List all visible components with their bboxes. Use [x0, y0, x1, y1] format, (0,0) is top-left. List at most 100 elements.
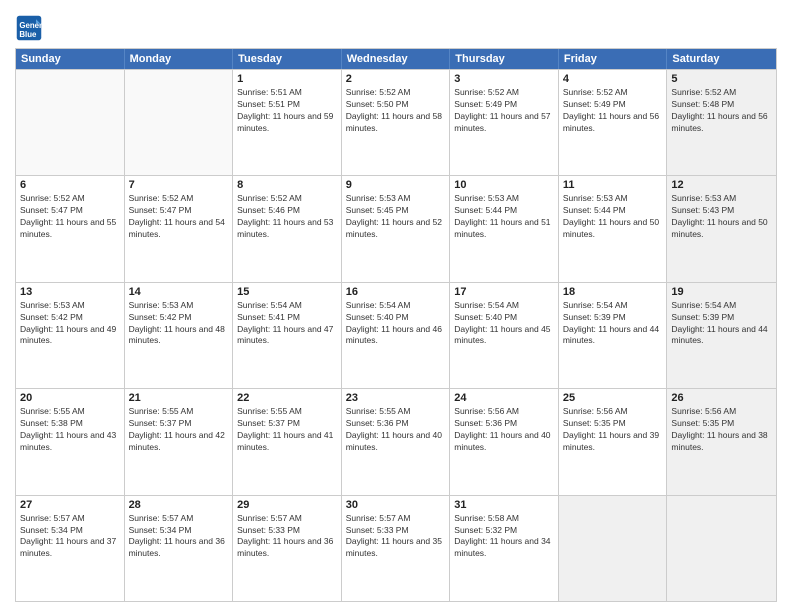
page: General Blue SundayMondayTuesdayWednesda… — [0, 0, 792, 612]
header-day-sunday: Sunday — [16, 49, 125, 69]
calendar-cell: 27Sunrise: 5:57 AMSunset: 5:34 PMDayligh… — [16, 496, 125, 601]
calendar-cell: 20 Sunrise: 5:55 AMSunset: 5:38 PMDayligh… — [16, 389, 125, 494]
calendar-cell: 8 Sunrise: 5:52 AMSunset: 5:46 PMDaylight… — [233, 176, 342, 281]
day-number: 29 — [237, 499, 337, 511]
logo: General Blue — [15, 14, 47, 42]
calendar-cell: 15Sunrise: 5:54 AMSunset: 5:41 PMDayligh… — [233, 283, 342, 388]
day-info: Sunrise: 5:54 AMSunset: 5:39 PMDaylight:… — [671, 300, 772, 348]
calendar: SundayMondayTuesdayWednesdayThursdayFrid… — [15, 48, 777, 602]
calendar-cell: 18 Sunrise: 5:54 AMSunset: 5:39 PMDayligh… — [559, 283, 668, 388]
calendar-cell: 13 Sunrise: 5:53 AMSunset: 5:42 PMDayligh… — [16, 283, 125, 388]
day-number: 19 — [671, 286, 772, 298]
day-number: 4 — [563, 73, 663, 85]
calendar-row-1: 1Sunrise: 5:51 AMSunset: 5:51 PMDaylight… — [16, 69, 776, 175]
svg-text:General: General — [19, 21, 43, 30]
calendar-cell: 1Sunrise: 5:51 AMSunset: 5:51 PMDaylight… — [233, 70, 342, 175]
calendar-cell: 28 Sunrise: 5:57 AMSunset: 5:34 PMDayligh… — [125, 496, 234, 601]
header-day-thursday: Thursday — [450, 49, 559, 69]
day-number: 5 — [671, 73, 772, 85]
calendar-cell — [667, 496, 776, 601]
calendar-row-2: 6Sunrise: 5:52 AMSunset: 5:47 PMDaylight… — [16, 175, 776, 281]
calendar-cell: 9 Sunrise: 5:53 AMSunset: 5:45 PMDaylight… — [342, 176, 451, 281]
day-number: 1 — [237, 73, 337, 85]
day-number: 10 — [454, 179, 554, 191]
day-number: 22 — [237, 392, 337, 404]
day-number: 16 — [346, 286, 446, 298]
header-day-tuesday: Tuesday — [233, 49, 342, 69]
calendar-cell: 19 Sunrise: 5:54 AMSunset: 5:39 PMDayligh… — [667, 283, 776, 388]
day-info: Sunrise: 5:55 AMSunset: 5:36 PMDaylight:… — [346, 406, 446, 454]
calendar-cell — [16, 70, 125, 175]
day-info: Sunrise: 5:57 AMSunset: 5:33 PMDaylight:… — [237, 513, 337, 561]
day-info: Sunrise: 5:57 AMSunset: 5:34 PMDaylight:… — [20, 513, 120, 561]
calendar-cell: 17Sunrise: 5:54 AMSunset: 5:40 PMDayligh… — [450, 283, 559, 388]
calendar-row-5: 27Sunrise: 5:57 AMSunset: 5:34 PMDayligh… — [16, 495, 776, 601]
day-number: 24 — [454, 392, 554, 404]
day-number: 8 — [237, 179, 337, 191]
day-info: Sunrise: 5:53 AMSunset: 5:45 PMDaylight:… — [346, 193, 446, 241]
day-info: Sunrise: 5:52 AMSunset: 5:48 PMDaylight:… — [671, 87, 772, 135]
day-number: 3 — [454, 73, 554, 85]
calendar-header: SundayMondayTuesdayWednesdayThursdayFrid… — [16, 49, 776, 69]
calendar-cell: 10 Sunrise: 5:53 AMSunset: 5:44 PMDayligh… — [450, 176, 559, 281]
day-info: Sunrise: 5:53 AMSunset: 5:42 PMDaylight:… — [20, 300, 120, 348]
logo-icon: General Blue — [15, 14, 43, 42]
day-info: Sunrise: 5:52 AMSunset: 5:47 PMDaylight:… — [20, 193, 120, 241]
calendar-cell: 25 Sunrise: 5:56 AMSunset: 5:35 PMDayligh… — [559, 389, 668, 494]
day-number: 7 — [129, 179, 229, 191]
day-info: Sunrise: 5:53 AMSunset: 5:42 PMDaylight:… — [129, 300, 229, 348]
header-day-monday: Monday — [125, 49, 234, 69]
day-info: Sunrise: 5:52 AMSunset: 5:46 PMDaylight:… — [237, 193, 337, 241]
day-info: Sunrise: 5:53 AMSunset: 5:44 PMDaylight:… — [454, 193, 554, 241]
day-info: Sunrise: 5:54 AMSunset: 5:39 PMDaylight:… — [563, 300, 663, 348]
day-number: 31 — [454, 499, 554, 511]
day-info: Sunrise: 5:53 AMSunset: 5:44 PMDaylight:… — [563, 193, 663, 241]
day-info: Sunrise: 5:56 AMSunset: 5:35 PMDaylight:… — [563, 406, 663, 454]
day-number: 21 — [129, 392, 229, 404]
day-number: 13 — [20, 286, 120, 298]
calendar-row-4: 20 Sunrise: 5:55 AMSunset: 5:38 PMDayligh… — [16, 388, 776, 494]
day-info: Sunrise: 5:57 AMSunset: 5:33 PMDaylight:… — [346, 513, 446, 561]
header: General Blue — [15, 10, 777, 42]
calendar-cell — [125, 70, 234, 175]
day-info: Sunrise: 5:54 AMSunset: 5:40 PMDaylight:… — [346, 300, 446, 348]
day-info: Sunrise: 5:52 AMSunset: 5:49 PMDaylight:… — [563, 87, 663, 135]
calendar-cell: 23 Sunrise: 5:55 AMSunset: 5:36 PMDayligh… — [342, 389, 451, 494]
day-info: Sunrise: 5:52 AMSunset: 5:49 PMDaylight:… — [454, 87, 554, 135]
day-number: 23 — [346, 392, 446, 404]
calendar-cell: 6Sunrise: 5:52 AMSunset: 5:47 PMDaylight… — [16, 176, 125, 281]
day-number: 28 — [129, 499, 229, 511]
day-info: Sunrise: 5:56 AMSunset: 5:36 PMDaylight:… — [454, 406, 554, 454]
calendar-cell: 4 Sunrise: 5:52 AMSunset: 5:49 PMDaylight… — [559, 70, 668, 175]
day-number: 25 — [563, 392, 663, 404]
calendar-cell: 3 Sunrise: 5:52 AMSunset: 5:49 PMDaylight… — [450, 70, 559, 175]
calendar-cell: 22 Sunrise: 5:55 AMSunset: 5:37 PMDayligh… — [233, 389, 342, 494]
calendar-cell: 24 Sunrise: 5:56 AMSunset: 5:36 PMDayligh… — [450, 389, 559, 494]
calendar-cell: 16 Sunrise: 5:54 AMSunset: 5:40 PMDayligh… — [342, 283, 451, 388]
calendar-cell: 11Sunrise: 5:53 AMSunset: 5:44 PMDayligh… — [559, 176, 668, 281]
calendar-cell: 31 Sunrise: 5:58 AMSunset: 5:32 PMDayligh… — [450, 496, 559, 601]
day-number: 12 — [671, 179, 772, 191]
day-number: 20 — [20, 392, 120, 404]
day-info: Sunrise: 5:53 AMSunset: 5:43 PMDaylight:… — [671, 193, 772, 241]
calendar-cell: 5 Sunrise: 5:52 AMSunset: 5:48 PMDaylight… — [667, 70, 776, 175]
day-info: Sunrise: 5:54 AMSunset: 5:41 PMDaylight:… — [237, 300, 337, 348]
day-info: Sunrise: 5:55 AMSunset: 5:37 PMDaylight:… — [129, 406, 229, 454]
calendar-cell: 12 Sunrise: 5:53 AMSunset: 5:43 PMDayligh… — [667, 176, 776, 281]
calendar-cell: 29 Sunrise: 5:57 AMSunset: 5:33 PMDayligh… — [233, 496, 342, 601]
day-info: Sunrise: 5:58 AMSunset: 5:32 PMDaylight:… — [454, 513, 554, 561]
header-day-friday: Friday — [559, 49, 668, 69]
day-info: Sunrise: 5:55 AMSunset: 5:38 PMDaylight:… — [20, 406, 120, 454]
day-info: Sunrise: 5:54 AMSunset: 5:40 PMDaylight:… — [454, 300, 554, 348]
day-info: Sunrise: 5:52 AMSunset: 5:47 PMDaylight:… — [129, 193, 229, 241]
day-number: 18 — [563, 286, 663, 298]
calendar-cell — [559, 496, 668, 601]
header-day-wednesday: Wednesday — [342, 49, 451, 69]
day-info: Sunrise: 5:55 AMSunset: 5:37 PMDaylight:… — [237, 406, 337, 454]
day-number: 30 — [346, 499, 446, 511]
calendar-cell: 26Sunrise: 5:56 AMSunset: 5:35 PMDayligh… — [667, 389, 776, 494]
day-number: 9 — [346, 179, 446, 191]
day-info: Sunrise: 5:57 AMSunset: 5:34 PMDaylight:… — [129, 513, 229, 561]
calendar-cell: 21 Sunrise: 5:55 AMSunset: 5:37 PMDayligh… — [125, 389, 234, 494]
calendar-cell: 2Sunrise: 5:52 AMSunset: 5:50 PMDaylight… — [342, 70, 451, 175]
